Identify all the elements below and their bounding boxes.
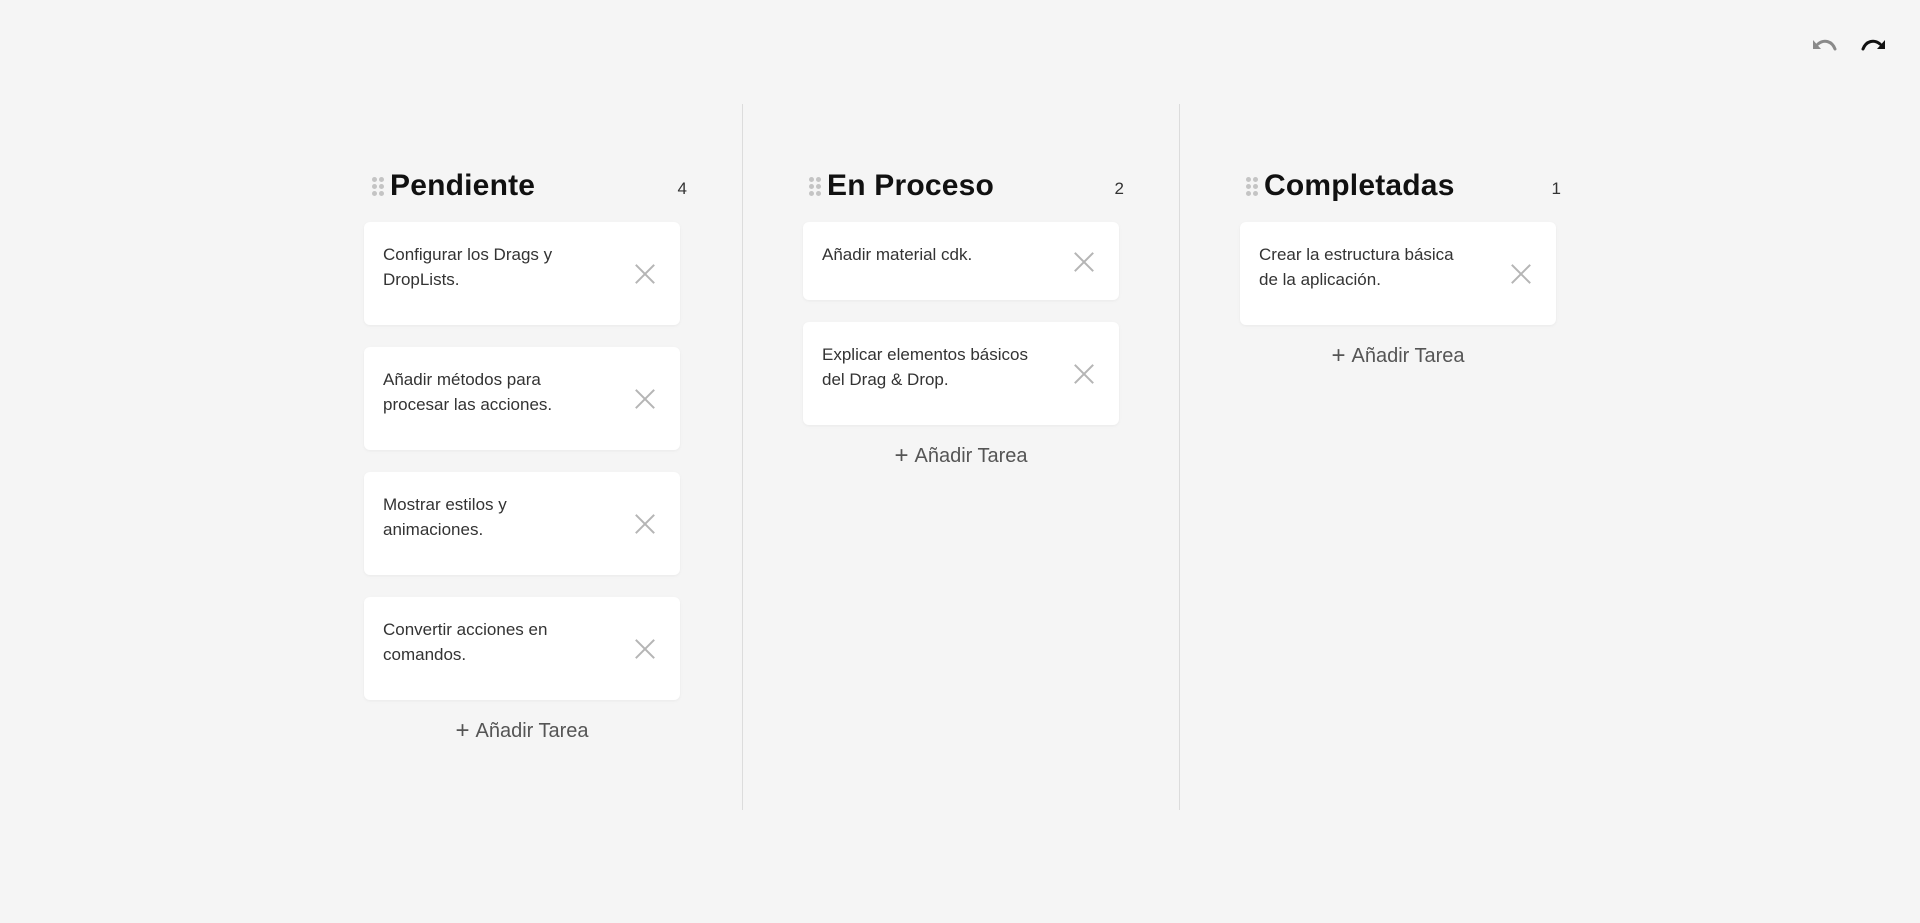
task-card[interactable]: Explicar elementos básicos del Drag & Dr… bbox=[803, 322, 1119, 425]
add-task-button[interactable]: + Añadir Tarea bbox=[364, 716, 680, 746]
task-count: 1 bbox=[1551, 179, 1561, 198]
plus-icon: + bbox=[1331, 342, 1346, 369]
close-icon[interactable] bbox=[634, 513, 656, 535]
task-list: Crear la estructura básica de la aplicac… bbox=[1240, 222, 1556, 371]
task-card[interactable]: Añadir material cdk. bbox=[803, 222, 1119, 300]
close-icon[interactable] bbox=[1510, 263, 1532, 285]
drag-handle-icon[interactable] bbox=[372, 176, 384, 196]
task-card[interactable]: Convertir acciones en comandos. bbox=[364, 597, 680, 700]
plus-icon: + bbox=[894, 442, 909, 469]
undo-icon bbox=[1813, 39, 1837, 51]
drag-handle-icon[interactable] bbox=[809, 176, 821, 196]
task-text: Añadir material cdk. bbox=[822, 245, 973, 264]
column-en-proceso: En Proceso 2 Añadir material cdk. Explic… bbox=[742, 104, 1179, 810]
column-title: En Proceso bbox=[827, 169, 995, 202]
task-count: 2 bbox=[1114, 179, 1124, 198]
column-title: Pendiente bbox=[390, 169, 536, 202]
undo-button[interactable] bbox=[1808, 34, 1840, 60]
task-text: Mostrar estilos y animaciones. bbox=[383, 495, 507, 539]
add-task-label: Añadir Tarea bbox=[1351, 344, 1465, 367]
close-icon[interactable] bbox=[1073, 251, 1095, 273]
task-card[interactable]: Mostrar estilos y animaciones. bbox=[364, 472, 680, 575]
task-card[interactable]: Añadir métodos para procesar las accione… bbox=[364, 347, 680, 450]
task-card[interactable]: Configurar los Drags y DropLists. bbox=[364, 222, 680, 325]
history-toolbar bbox=[1808, 34, 1890, 60]
plus-icon: + bbox=[455, 717, 470, 744]
task-text: Convertir acciones en comandos. bbox=[383, 620, 548, 664]
task-text: Configurar los Drags y DropLists. bbox=[383, 245, 553, 289]
redo-icon bbox=[1861, 39, 1885, 51]
add-task-button[interactable]: + Añadir Tarea bbox=[803, 441, 1119, 471]
column-title: Completadas bbox=[1264, 169, 1455, 202]
task-text: Añadir métodos para procesar las accione… bbox=[383, 370, 553, 414]
close-icon[interactable] bbox=[634, 263, 656, 285]
close-icon[interactable] bbox=[1073, 363, 1095, 385]
column-pendiente: Pendiente 4 Configurar los Drags y DropL… bbox=[305, 104, 742, 810]
column-header: Completadas 1 bbox=[1246, 168, 1561, 204]
task-list: Añadir material cdk. Explicar elementos … bbox=[803, 222, 1119, 471]
task-text: Crear la estructura básica de la aplicac… bbox=[1259, 245, 1454, 289]
add-task-label: Añadir Tarea bbox=[914, 444, 1028, 467]
task-count: 4 bbox=[677, 179, 687, 198]
column-header: Pendiente 4 bbox=[372, 168, 687, 204]
task-list: Configurar los Drags y DropLists. Añadir… bbox=[364, 222, 680, 746]
task-card[interactable]: Crear la estructura básica de la aplicac… bbox=[1240, 222, 1556, 325]
close-icon[interactable] bbox=[634, 388, 656, 410]
add-task-label: Añadir Tarea bbox=[475, 719, 589, 742]
redo-button[interactable] bbox=[1858, 34, 1890, 60]
kanban-board: Pendiente 4 Configurar los Drags y DropL… bbox=[0, 104, 1920, 810]
column-completadas: Completadas 1 Crear la estructura básica… bbox=[1179, 104, 1616, 810]
task-text: Explicar elementos básicos del Drag & Dr… bbox=[822, 345, 1028, 389]
column-header: En Proceso 2 bbox=[809, 168, 1124, 204]
add-task-button[interactable]: + Añadir Tarea bbox=[1240, 341, 1556, 371]
close-icon[interactable] bbox=[634, 638, 656, 660]
drag-handle-icon[interactable] bbox=[1246, 176, 1258, 196]
